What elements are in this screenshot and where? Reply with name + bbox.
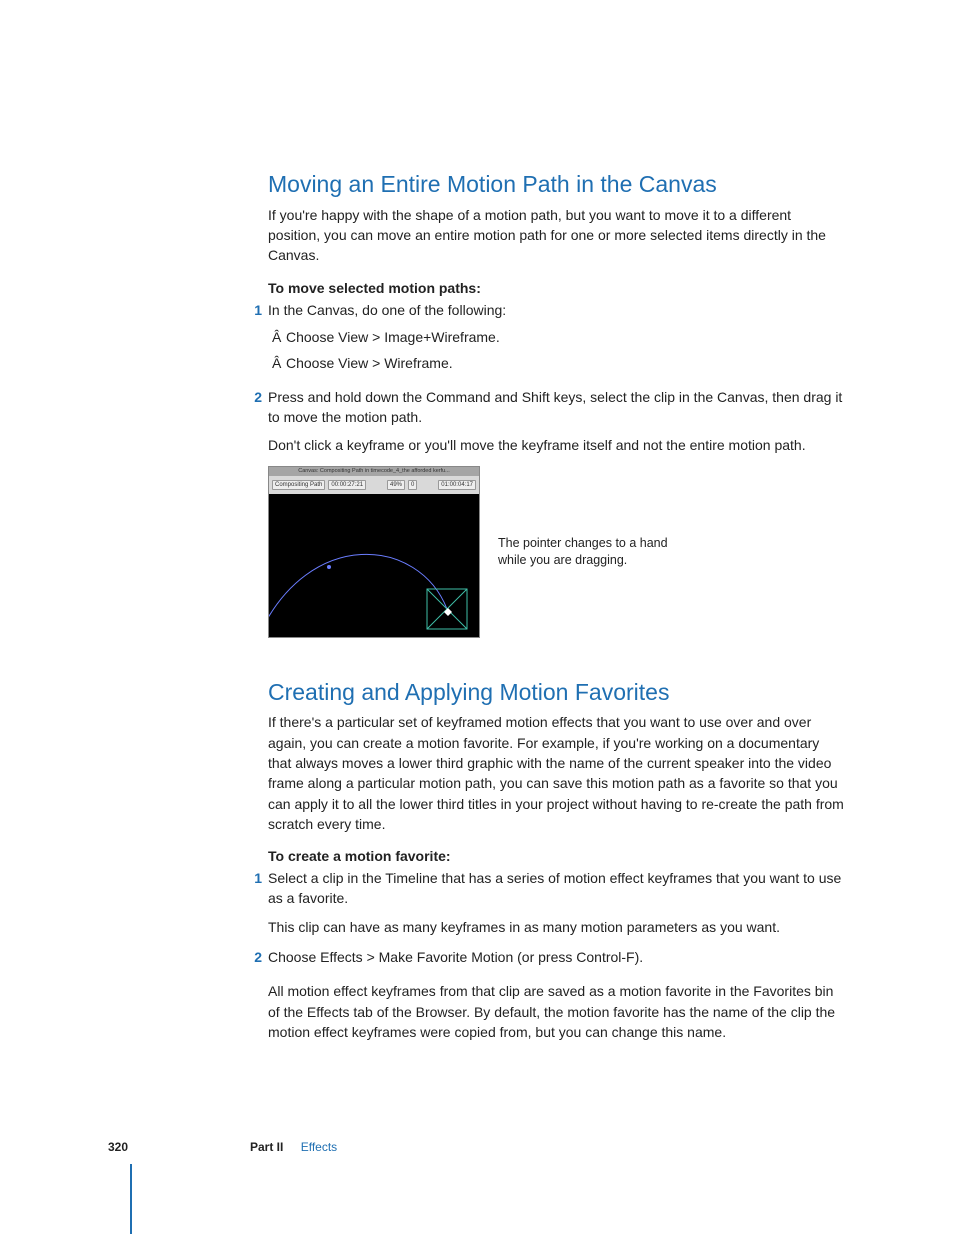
figure-caption: The pointer changes to a hand while you … — [498, 535, 668, 569]
section-heading-moving-path: Moving an Entire Motion Path in the Canv… — [268, 170, 844, 199]
section2-subhead: To create a motion favorite: — [268, 848, 844, 864]
part-label: Part II — [250, 1140, 283, 1154]
step-extra: All motion effect keyframes from that cl… — [268, 981, 844, 1042]
section2-steps: 1 Select a clip in the Timeline that has… — [268, 868, 844, 1042]
zoom-chip: 49% — [387, 480, 405, 490]
view-chip: 0 — [408, 480, 417, 490]
step-number: 1 — [248, 300, 262, 320]
step-extra: Don't click a keyframe or you'll move th… — [268, 435, 844, 455]
section1-subhead: To move selected motion paths: — [268, 280, 844, 296]
bullet-item: Choose View > Image+Wireframe. — [286, 326, 844, 348]
page-number: 320 — [108, 1140, 128, 1154]
timecode-left: 00:00:27:21 — [328, 480, 366, 490]
figure-row: Canvas: Compositing Path in timecode_4_t… — [268, 466, 844, 638]
part-name: Effects — [301, 1140, 337, 1154]
bullet-item: Choose View > Wireframe. — [286, 352, 844, 374]
motion-path-curve — [269, 517, 479, 637]
timecode-right: 01:00:04:17 — [438, 480, 476, 490]
step-number: 2 — [248, 387, 262, 407]
step-2b: 2 Choose Effects > Make Favorite Motion … — [268, 947, 844, 1042]
step-number: 2 — [248, 947, 262, 967]
step-text: Choose Effects > Make Favorite Motion (o… — [268, 949, 643, 965]
canvas-screenshot: Canvas: Compositing Path in timecode_4_t… — [268, 466, 480, 638]
section1-steps: 1 In the Canvas, do one of the following… — [268, 300, 844, 456]
step-text: In the Canvas, do one of the following: — [268, 302, 506, 318]
part-info: Part II Effects — [250, 1140, 337, 1154]
step-text: Press and hold down the Command and Shif… — [268, 389, 842, 425]
screenshot-toolbar: Compositing Path 00:00:27:21 49% 0 01:00… — [269, 476, 479, 494]
step-1-bullets: Choose View > Image+Wireframe. Choose Vi… — [268, 326, 844, 375]
document-page: Moving an Entire Motion Path in the Canv… — [0, 0, 954, 1235]
step-number: 1 — [248, 868, 262, 888]
step-1b: 1 Select a clip in the Timeline that has… — [268, 868, 844, 937]
footer-rule — [130, 1164, 132, 1234]
tab-chip: Compositing Path — [272, 480, 325, 490]
step-text: Select a clip in the Timeline that has a… — [268, 870, 841, 906]
step-extra: This clip can have as many keyframes in … — [268, 917, 844, 937]
section2-intro: If there's a particular set of keyframed… — [268, 712, 844, 834]
step-1: 1 In the Canvas, do one of the following… — [268, 300, 844, 375]
step-2: 2 Press and hold down the Command and Sh… — [268, 387, 844, 456]
section-heading-motion-favorites: Creating and Applying Motion Favorites — [268, 678, 844, 707]
screenshot-titlebar: Canvas: Compositing Path in timecode_4_t… — [269, 467, 479, 476]
section1-intro: If you're happy with the shape of a moti… — [268, 205, 844, 266]
